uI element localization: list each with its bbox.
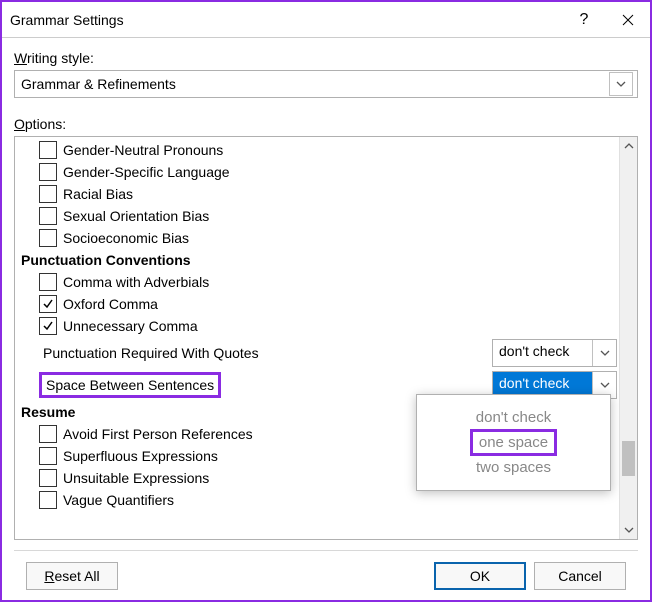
category-punctuation: Punctuation Conventions <box>17 249 619 271</box>
close-button[interactable] <box>606 2 650 38</box>
space-sentences-popup: don't check one space two spaces <box>416 394 611 491</box>
writing-style-value: Grammar & Refinements <box>21 76 176 92</box>
dialog-title: Grammar Settings <box>10 12 562 28</box>
options-listbox: Gender-Neutral Pronouns Gender-Specific … <box>14 136 638 540</box>
dialog-button-bar: Reset All OK Cancel <box>14 550 638 600</box>
punct-quotes-label: Punctuation Required With Quotes <box>39 345 259 361</box>
popup-option-one-space[interactable]: one space <box>431 430 596 455</box>
writing-style-combo[interactable]: Grammar & Refinements <box>14 70 638 98</box>
option-vague[interactable]: Vague Quantifiers <box>17 489 619 511</box>
option-comma-adverbials[interactable]: Comma with Adverbials <box>17 271 619 293</box>
scrollbar-track[interactable] <box>620 155 637 521</box>
option-oxford-comma[interactable]: Oxford Comma <box>17 293 619 315</box>
scrollbar-thumb[interactable] <box>622 441 635 476</box>
options-scrollbar[interactable] <box>619 137 637 539</box>
ok-button[interactable]: OK <box>434 562 526 590</box>
close-icon <box>622 14 634 26</box>
option-gender-neutral[interactable]: Gender-Neutral Pronouns <box>17 139 619 161</box>
scroll-up-icon[interactable] <box>620 137 637 155</box>
option-racial-bias[interactable]: Racial Bias <box>17 183 619 205</box>
help-button[interactable]: ? <box>562 2 606 38</box>
reset-all-button[interactable]: Reset All <box>26 562 118 590</box>
space-sentences-label: Space Between Sentences <box>39 372 221 398</box>
scroll-down-icon[interactable] <box>620 521 637 539</box>
popup-option-dont-check[interactable]: don't check <box>431 405 596 430</box>
title-bar: Grammar Settings ? <box>2 2 650 38</box>
grammar-settings-dialog: Grammar Settings ? Writing style: Gramma… <box>0 0 652 602</box>
option-punct-quotes: Punctuation Required With Quotes don't c… <box>17 337 619 369</box>
options-label: Options: <box>14 116 638 132</box>
option-sexual-bias[interactable]: Sexual Orientation Bias <box>17 205 619 227</box>
writing-style-label: Writing style: <box>14 50 638 66</box>
punct-quotes-dropdown[interactable]: don't check <box>492 339 617 367</box>
popup-option-two-spaces[interactable]: two spaces <box>431 455 596 480</box>
option-socio-bias[interactable]: Socioeconomic Bias <box>17 227 619 249</box>
dialog-content: Writing style: Grammar & Refinements Opt… <box>2 38 650 600</box>
option-gender-specific[interactable]: Gender-Specific Language <box>17 161 619 183</box>
option-unnecessary-comma[interactable]: Unnecessary Comma <box>17 315 619 337</box>
chevron-down-icon <box>609 72 633 96</box>
cancel-button[interactable]: Cancel <box>534 562 626 590</box>
options-scroll-area: Gender-Neutral Pronouns Gender-Specific … <box>15 137 619 539</box>
chevron-down-icon <box>592 340 616 366</box>
